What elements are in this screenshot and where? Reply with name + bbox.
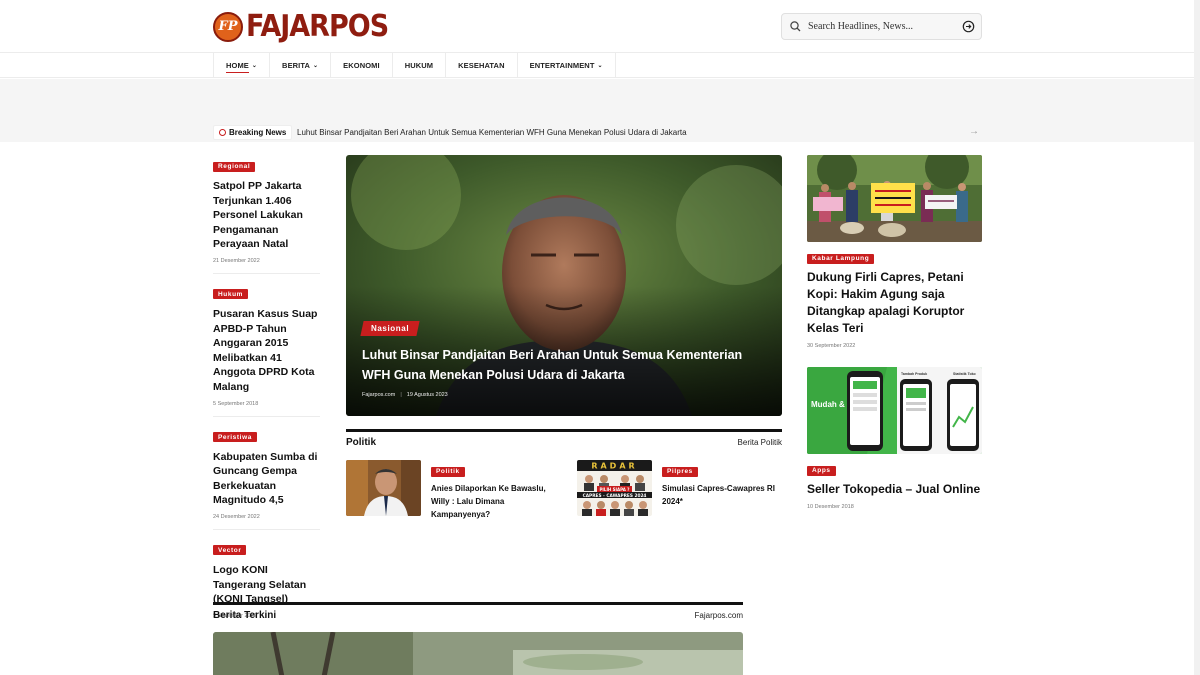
poster-title: RADAR	[591, 462, 637, 471]
meta-separator: |	[400, 392, 402, 398]
hero-author[interactable]: Fajarpos.com	[362, 392, 395, 398]
chevron-down-icon: ⌄	[597, 63, 603, 69]
category-badge[interactable]: Pilpres	[662, 466, 698, 477]
section-link[interactable]: Berita Politik	[738, 438, 782, 447]
hero-meta: Fajarpos.com | 19 Agustus 2023	[362, 392, 448, 398]
terkini-section-header: Berita Terkini Fajarpos.com	[213, 602, 743, 621]
banner-column-label: Statistik Toko	[953, 372, 976, 376]
article-date: 5 September 2018	[213, 400, 259, 407]
article-thumbnail[interactable]	[807, 155, 982, 242]
hero-date: 19 Agustus 2023	[406, 392, 448, 398]
politik-item[interactable]: RADAR PILIH SIAPA ? CAPRES - CAWAPRES 20…	[577, 460, 787, 516]
chevron-down-icon: ⌄	[251, 63, 258, 69]
terkini-photo	[213, 632, 743, 675]
nav-item-ekonomi[interactable]: EKONOMI	[331, 53, 393, 78]
article-thumbnail[interactable]: Mudah & Gratis Tambah Produk Statistik T…	[807, 367, 982, 454]
nav-item-berita[interactable]: BERITA ⌄	[270, 53, 332, 78]
category-badge[interactable]: Vector	[213, 545, 247, 556]
main-nav: HOME ⌄ BERITA ⌄ EKONOMI HUKUM KESEHATAN EN…	[0, 53, 1200, 78]
section-title: Berita Terkini	[213, 610, 277, 621]
nav-item-kesehatan[interactable]: KESEHATAN	[446, 53, 518, 78]
logo-text: FAJARPOS	[246, 9, 389, 44]
hero-category-badge[interactable]: Nasional	[360, 321, 420, 336]
politik-item[interactable]: Politik Anies Dilaporkan Ke Bawaslu, Wil…	[346, 460, 556, 521]
arrow-circle-icon[interactable]	[962, 20, 975, 33]
nav-item-label: ENTERTAINMENT	[529, 61, 595, 70]
chevron-down-icon: ⌄	[313, 63, 319, 69]
article-title[interactable]: Anies Dilaporkan Ke Bawaslu, Willy : Lal…	[431, 482, 556, 521]
anies-photo	[346, 460, 421, 516]
protest-photo	[807, 155, 982, 242]
politik-item-body: Pilpres Simulasi Capres-Cawapres RI 2024…	[662, 460, 787, 516]
nav-item-label: BERITA	[282, 61, 311, 70]
list-item[interactable]: Hukum Pusaran Kasus Suap APBD-P Tahun An…	[213, 283, 320, 417]
banner-column-label: Tambah Produk	[901, 372, 927, 376]
hero-title[interactable]: Luhut Binsar Pandjaitan Beri Arahan Untu…	[362, 345, 772, 385]
site-logo[interactable]: FP FAJARPOS	[213, 9, 389, 44]
nav-item-label: HOME	[226, 61, 249, 73]
article-date: 21 Desember 2022	[213, 257, 260, 264]
article-title[interactable]: Dukung Firli Capres, Petani Kopi: Hakim …	[807, 269, 982, 337]
badge-row: Apps	[807, 459, 982, 477]
politik-item-body: Politik Anies Dilaporkan Ke Bawaslu, Wil…	[431, 460, 556, 521]
logo-badge: FP	[213, 11, 243, 42]
list-item[interactable]: Regional Satpol PP Jakarta Terjunkan 1.4…	[213, 155, 320, 274]
search-box	[781, 13, 982, 40]
sidebar-article[interactable]: Mudah & Gratis Tambah Produk Statistik T…	[807, 367, 982, 510]
radar-poster: RADAR PILIH SIAPA ? CAPRES - CAWAPRES 20…	[577, 460, 652, 516]
politik-section-header: Politik Berita Politik	[346, 429, 782, 448]
category-badge[interactable]: Hukum	[213, 289, 249, 300]
nav-item-label: EKONOMI	[343, 61, 380, 70]
article-title[interactable]: Logo KONI Tangerang Selatan (KONI Tangse…	[213, 563, 320, 607]
article-title[interactable]: Simulasi Capres-Cawapres RI 2024*	[662, 482, 787, 508]
search-icon	[782, 14, 808, 39]
category-badge[interactable]: Peristiwa	[213, 432, 257, 443]
terkini-featured-image[interactable]	[213, 632, 743, 675]
breaking-news-label: Breaking News	[213, 125, 293, 140]
poster-subtitle: PILIH SIAPA ?	[599, 487, 630, 492]
sidebar-article[interactable]: Kabar Lampung Dukung Firli Capres, Petan…	[807, 155, 982, 349]
article-title[interactable]: Satpol PP Jakarta Terjunkan 1.406 Person…	[213, 179, 320, 252]
left-news-list: Regional Satpol PP Jakarta Terjunkan 1.4…	[213, 155, 320, 637]
search-input[interactable]	[808, 21, 958, 32]
article-date: 10 Desember 2018	[807, 504, 854, 510]
breaking-news-ticker: Breaking News Luhut Binsar Pandjaitan Be…	[0, 123, 1200, 142]
scrollbar[interactable]	[1194, 0, 1200, 675]
clock-icon	[219, 129, 226, 136]
list-item[interactable]: Peristiwa Kabupaten Sumba di Guncang Gem…	[213, 426, 320, 530]
nav-item-label: HUKUM	[404, 61, 434, 70]
article-date: 24 Desember 2022	[213, 513, 260, 520]
hero-category-label: Nasional	[371, 324, 410, 333]
article-thumbnail[interactable]	[346, 460, 421, 516]
article-date: 30 September 2022	[807, 343, 856, 349]
ticker-headline[interactable]: Luhut Binsar Pandjaitan Beri Arahan Untu…	[297, 128, 687, 137]
hero-article[interactable]: Nasional Luhut Binsar Pandjaitan Beri Ar…	[346, 155, 782, 416]
category-badge[interactable]: Apps	[807, 465, 836, 476]
badge-row: Kabar Lampung	[807, 247, 982, 265]
arrow-right-icon[interactable]: →	[969, 126, 979, 137]
article-title[interactable]: Seller Tokopedia – Jual Online	[807, 481, 982, 498]
nav-item-entertainment[interactable]: ENTERTAINMENT ⌄	[518, 53, 616, 78]
breaking-news-text: Breaking News	[229, 128, 287, 137]
category-badge[interactable]: Politik	[431, 466, 465, 477]
nav-item-label: KESEHATAN	[458, 61, 505, 70]
nav-item-hukum[interactable]: HUKUM	[393, 53, 447, 78]
article-thumbnail[interactable]: RADAR PILIH SIAPA ? CAPRES - CAWAPRES 20…	[577, 460, 652, 516]
category-badge[interactable]: Kabar Lampung	[807, 253, 875, 264]
category-badge[interactable]: Regional	[213, 161, 256, 172]
site-header: FP FAJARPOS	[0, 0, 1200, 53]
tokopedia-banner: Mudah & Gratis Tambah Produk Statistik T…	[807, 367, 982, 454]
section-link[interactable]: Fajarpos.com	[695, 611, 743, 620]
section-title: Politik	[346, 437, 377, 448]
nav-item-home[interactable]: HOME ⌄	[214, 53, 271, 78]
article-title[interactable]: Pusaran Kasus Suap APBD-P Tahun Anggaran…	[213, 307, 320, 395]
article-title[interactable]: Kabupaten Sumba di Guncang Gempa Berkeku…	[213, 450, 320, 508]
poster-caption: CAPRES - CAWAPRES 2024	[583, 493, 647, 499]
